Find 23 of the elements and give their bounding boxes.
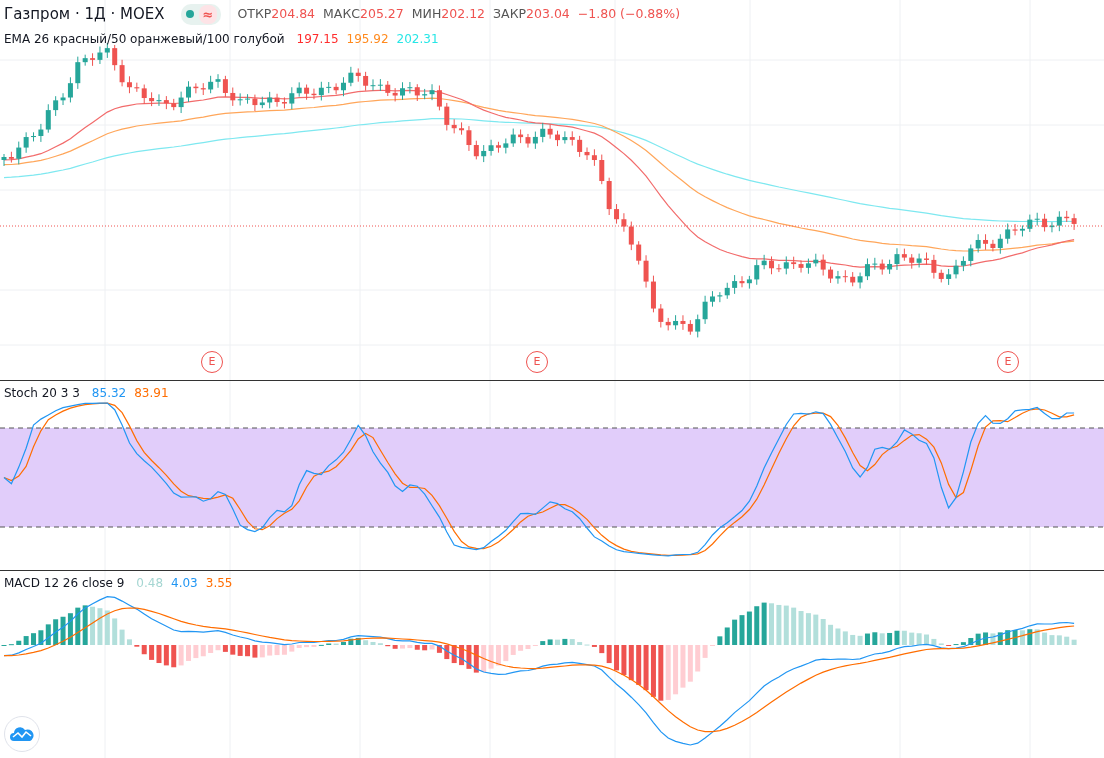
indicator-value: 202.31	[396, 30, 439, 48]
indicator-label: MACD 12 26 close 9	[4, 575, 125, 592]
indicator-value: 4.03	[171, 575, 198, 592]
quote-value: ЗАКР203.04	[493, 4, 570, 23]
dot-icon	[184, 9, 195, 20]
earnings-marker[interactable]: E	[526, 351, 548, 373]
indicator-value: 83.91	[134, 385, 169, 402]
price-change: −1.80 (−0.88%)	[577, 4, 680, 23]
cloud-icon[interactable]	[10, 726, 34, 742]
chart-title: Газпром · 1Д · MOEX	[4, 4, 165, 25]
indicator-value: 197.15	[296, 30, 339, 48]
earnings-marker[interactable]: E	[997, 351, 1019, 373]
indicator-value: 85.32	[91, 385, 127, 402]
indicator-value: 195.92	[346, 30, 389, 48]
approx-icon: ≈	[198, 4, 218, 24]
indicator-value: 0.48	[136, 575, 164, 592]
quote-value: МАКС205.27	[323, 4, 404, 23]
quote-value: МИН202.12	[411, 4, 486, 23]
indicator-label: EMA 26 красный/50 оранжевый/100 голубой	[4, 30, 285, 48]
quote-value: ОТКР204.84	[237, 4, 316, 23]
indicator-value: 3.55	[205, 575, 233, 592]
earnings-marker[interactable]: E	[201, 351, 223, 373]
indicator-label: Stoch 20 3 3	[4, 385, 80, 402]
